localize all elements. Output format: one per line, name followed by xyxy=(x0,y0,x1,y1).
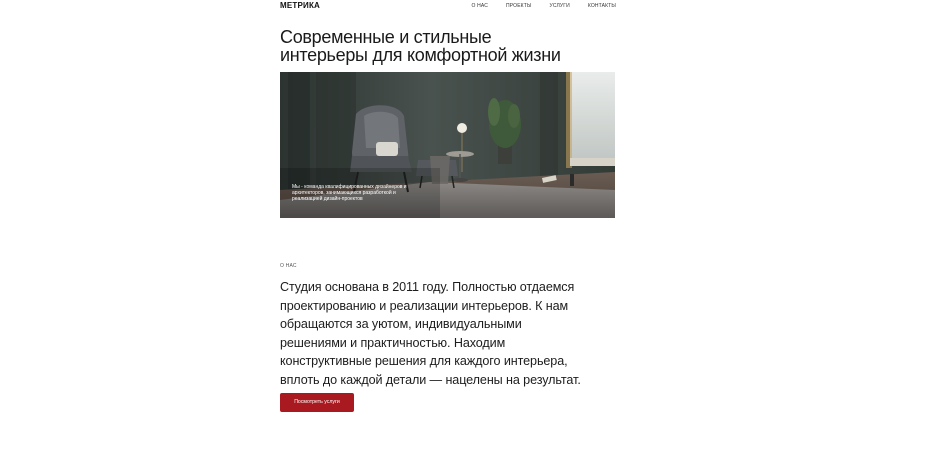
hero-title-line-2: интерьеры для комфортной жизни xyxy=(280,45,561,65)
about-paragraph: Студия основана в 2011 году. Полностью о… xyxy=(280,280,581,387)
nav-link-about[interactable]: О НАС xyxy=(472,3,488,9)
site-header: МЕТРИКА О НАС ПРОЕКТЫ УСЛУГИ КОНТАКТЫ xyxy=(280,0,616,12)
hero-title-line-1: Современные и стильные xyxy=(280,27,492,47)
hero-caption: Мы - команда квалифицированных дизайнеро… xyxy=(292,184,407,202)
logo[interactable]: МЕТРИКА xyxy=(280,1,320,10)
hero-image: Мы - команда квалифицированных дизайнеро… xyxy=(280,72,615,218)
nav-link-services[interactable]: УСЛУГИ xyxy=(550,3,570,9)
hero-title: Современные и стильные интерьеры для ком… xyxy=(280,28,620,64)
main-nav: О НАС ПРОЕКТЫ УСЛУГИ КОНТАКТЫ xyxy=(454,3,616,9)
nav-link-projects[interactable]: ПРОЕКТЫ xyxy=(506,3,532,9)
nav-link-contacts[interactable]: КОНТАКТЫ xyxy=(588,3,616,9)
section-eyebrow: О НАС xyxy=(280,263,297,269)
view-services-button[interactable]: Посмотреть услуги xyxy=(280,393,354,412)
